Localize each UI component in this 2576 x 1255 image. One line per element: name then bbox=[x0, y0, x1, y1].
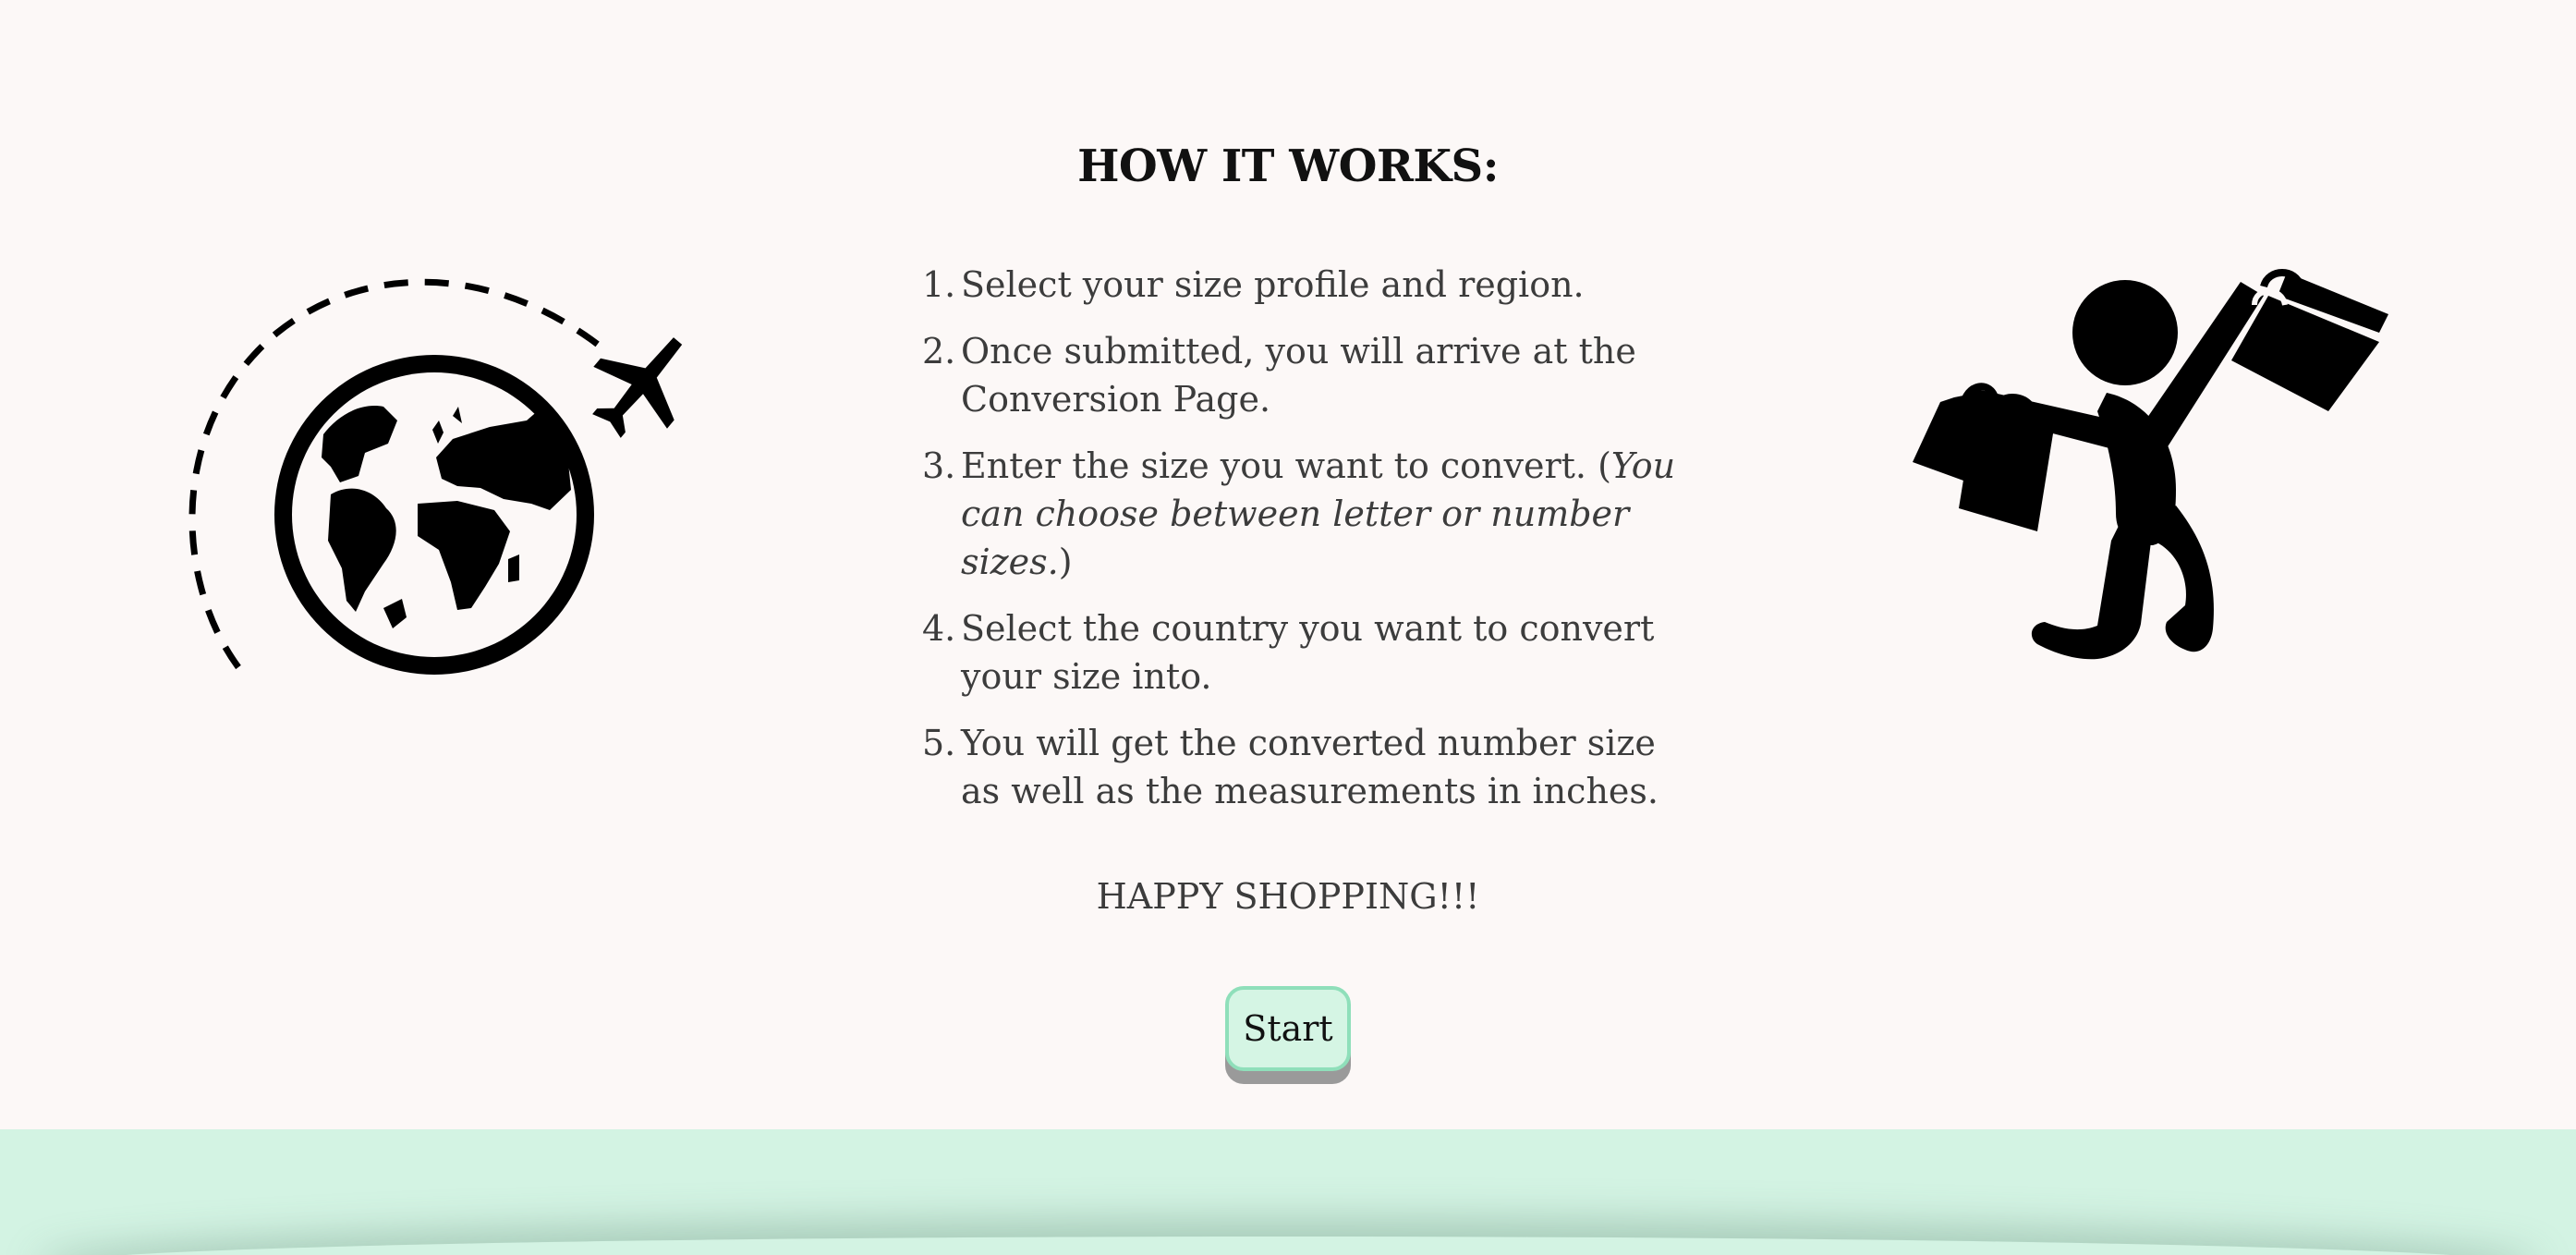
step-text: Select the country you want to convert y… bbox=[961, 608, 1655, 697]
footer-band bbox=[0, 1129, 2576, 1255]
step-text: Select your size profile and region. bbox=[961, 264, 1585, 305]
step-text: Enter the size you want to convert. ( bbox=[961, 445, 1611, 486]
step-number: 2. bbox=[922, 331, 956, 372]
step-item: 2. Once submitted, you will arrive at th… bbox=[915, 327, 1691, 423]
step-text: You will get the converted number size a… bbox=[961, 723, 1659, 811]
step-number: 3. bbox=[922, 445, 956, 486]
step-item: 5. You will get the converted number siz… bbox=[915, 719, 1691, 815]
step-item: 4. Select the country you want to conver… bbox=[915, 604, 1691, 701]
step-number: 4. bbox=[922, 608, 956, 649]
step-item: 3. Enter the size you want to convert. (… bbox=[915, 442, 1691, 586]
step-number: 5. bbox=[922, 723, 956, 763]
step-item: 1. Select your size profile and region. bbox=[915, 261, 1691, 309]
step-number: 1. bbox=[922, 264, 956, 305]
start-button[interactable]: Start bbox=[1225, 986, 1351, 1071]
shopper-bags-icon bbox=[1913, 269, 2388, 660]
globe-airplane-icon bbox=[188, 278, 683, 675]
footer-shadow bbox=[55, 1237, 2521, 1255]
step-text-end: ) bbox=[1058, 542, 1073, 582]
steps-list: 1. Select your size profile and region. … bbox=[915, 261, 1691, 834]
closing-message: HAPPY SHOPPING!!! bbox=[1096, 876, 1480, 917]
step-text: Once submitted, you will arrive at the C… bbox=[961, 331, 1636, 420]
page-title: HOW IT WORKS: bbox=[1077, 140, 1499, 193]
